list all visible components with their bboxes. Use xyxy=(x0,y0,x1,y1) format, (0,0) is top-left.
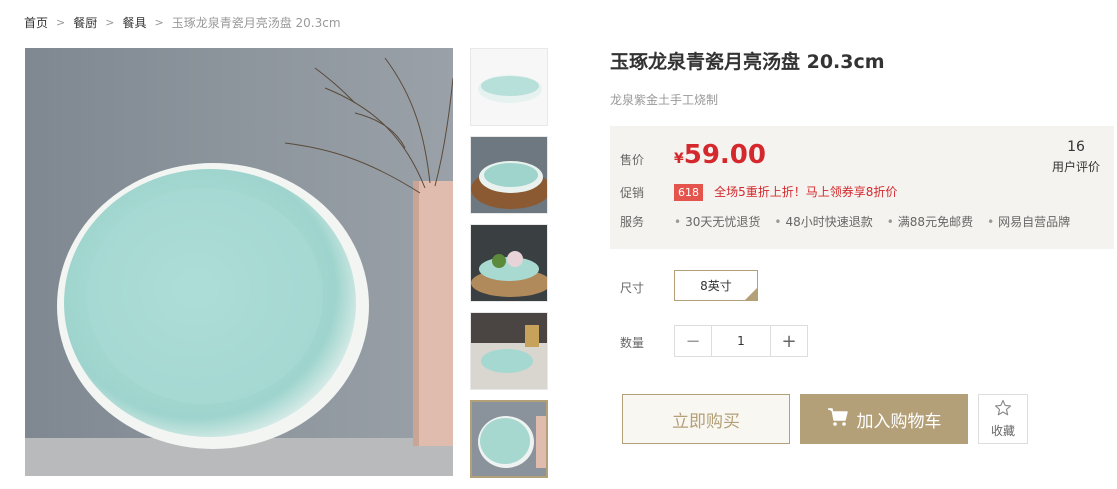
quantity-stepper: − 1 + xyxy=(674,325,808,357)
size-label: 尺寸 xyxy=(620,281,645,295)
service-list: 30天无忧退货 48小时快速退款 满88元免邮费 网易自营品牌 xyxy=(674,213,1070,230)
chevron-right-icon: > xyxy=(154,16,164,29)
qty-label: 数量 xyxy=(620,336,645,350)
buy-now-button[interactable]: 立即购买 xyxy=(622,394,790,444)
add-to-cart-button[interactable]: 加入购物车 xyxy=(800,394,968,444)
breadcrumb-current: 玉琢龙泉青瓷月亮汤盘 20.3cm xyxy=(171,16,341,30)
service-item: 满88元免邮费 xyxy=(887,213,973,230)
favorite-button[interactable]: 收藏 xyxy=(978,394,1028,444)
cart-icon xyxy=(827,407,849,432)
price-label: 售价 xyxy=(620,153,645,167)
breadcrumb: 首页 > 餐厨 > 餐具 > 玉琢龙泉青瓷月亮汤盘 20.3cm xyxy=(24,14,341,31)
price-value: 59.00 xyxy=(683,140,766,170)
check-corner-icon xyxy=(745,288,757,300)
size-option-label: 8英寸 xyxy=(700,279,732,293)
add-to-cart-label: 加入购物车 xyxy=(856,411,942,432)
promo-tag-618: 618 xyxy=(674,184,703,201)
increment-button[interactable]: + xyxy=(770,326,807,356)
thumbnail-1[interactable] xyxy=(470,48,548,126)
quantity-input[interactable]: 1 xyxy=(712,326,770,356)
breadcrumb-tableware[interactable]: 餐具 xyxy=(122,14,146,31)
service-label: 服务 xyxy=(620,215,645,229)
thumbnail-4[interactable] xyxy=(470,312,548,390)
favorite-label: 收藏 xyxy=(990,424,1015,438)
thumbnail-5[interactable] xyxy=(470,400,548,478)
promo-label: 促销 xyxy=(620,186,645,200)
star-icon xyxy=(994,399,1012,420)
product-title: 玉琢龙泉青瓷月亮汤盘 20.3cm xyxy=(610,51,885,73)
size-option-8in[interactable]: 8英寸 xyxy=(674,270,758,301)
chevron-right-icon: > xyxy=(105,16,115,29)
promo-row: 618 全场5重折上折！马上领券享8折价 xyxy=(674,181,897,201)
price: ¥59.00 xyxy=(674,140,766,170)
breadcrumb-home[interactable]: 首页 xyxy=(24,14,48,31)
product-main-image xyxy=(25,48,453,476)
service-item: 48小时快速退款 xyxy=(774,213,872,230)
service-item: 网易自营品牌 xyxy=(987,213,1070,230)
decrement-button[interactable]: − xyxy=(675,326,712,356)
review-count[interactable]: 16 xyxy=(1046,139,1106,155)
service-item: 30天无忧退货 xyxy=(674,213,760,230)
product-subtitle: 龙泉紫金土手工烧制 xyxy=(610,93,719,107)
currency-symbol: ¥ xyxy=(674,151,684,167)
thumbnail-3[interactable] xyxy=(470,224,548,302)
buy-now-label: 立即购买 xyxy=(672,411,740,432)
breadcrumb-kitchen[interactable]: 餐厨 xyxy=(73,14,97,31)
promo-text[interactable]: 全场5重折上折！马上领券享8折价 xyxy=(714,185,897,199)
chevron-right-icon: > xyxy=(56,16,66,29)
thumbnail-2[interactable] xyxy=(470,136,548,214)
review-label[interactable]: 用户评价 xyxy=(1046,158,1106,175)
